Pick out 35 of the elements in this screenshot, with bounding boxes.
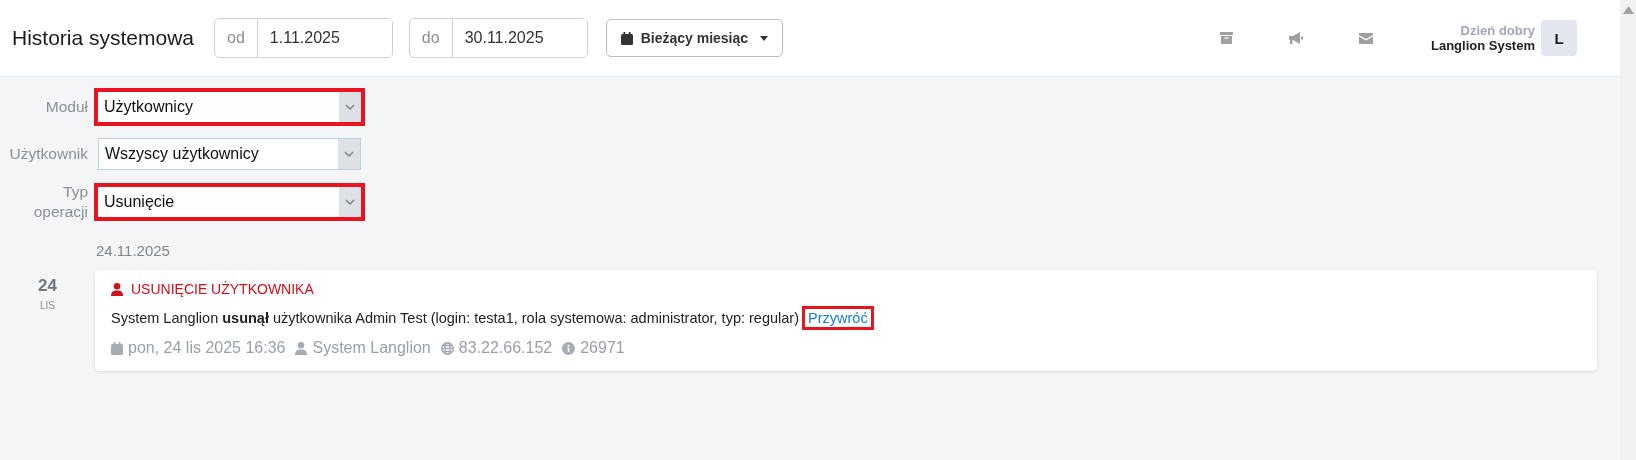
meta-text: System Langlion bbox=[312, 339, 431, 357]
caret-icon bbox=[760, 35, 769, 41]
envelope-icon[interactable] bbox=[1358, 32, 1373, 44]
meta-text: 83.22.66.152 bbox=[458, 339, 553, 357]
month-label: LIS bbox=[40, 300, 55, 311]
chevron-down-icon bbox=[344, 151, 354, 157]
archive-icon[interactable] bbox=[1219, 32, 1233, 44]
meta-text: pon, 24 lis 2025 16:36 bbox=[128, 339, 286, 357]
day-number: 24 bbox=[38, 276, 57, 296]
megaphone-icon[interactable] bbox=[1288, 32, 1303, 44]
entry-title: USUNIĘCIE UŻYTKOWNIKA bbox=[131, 281, 314, 297]
user-avatar[interactable]: L bbox=[1541, 20, 1577, 56]
chevron-down-icon bbox=[345, 104, 355, 110]
filter-select[interactable]: Wszyscy użytkownicy bbox=[98, 138, 361, 170]
entry-message: System Langlion usunął użytkownika Admin Test (login: testa1, rola systemowa: administrator, typ: regular) Przywróć bbox=[111, 307, 1581, 329]
filter-label: Typ operacji bbox=[32, 182, 88, 222]
page-title: Historia systemowa bbox=[12, 26, 195, 50]
greeting-text: Dzień dobry bbox=[1460, 23, 1535, 38]
date-heading: 24.11.2025 bbox=[96, 242, 171, 259]
filter-label: Użytkownik bbox=[8, 144, 88, 164]
filter-select[interactable]: Usunięcie bbox=[94, 183, 365, 221]
user-icon bbox=[295, 341, 308, 355]
filter-select[interactable]: Użytkownicy bbox=[94, 88, 365, 126]
scroll-up-arrow-icon[interactable] bbox=[1622, 6, 1634, 14]
calendar-icon bbox=[620, 31, 633, 45]
info-icon bbox=[562, 341, 576, 355]
date-range-dropdown[interactable]: Bieżący miesiąc bbox=[605, 19, 784, 57]
user-name: Langlion System bbox=[1430, 38, 1535, 53]
meta-text: 26971 bbox=[580, 339, 625, 357]
globe-icon bbox=[440, 341, 454, 355]
filter-label: Moduł bbox=[44, 97, 88, 117]
restore-link[interactable]: Przywróć bbox=[805, 309, 871, 327]
calendar-icon bbox=[111, 341, 123, 355]
chevron-down-icon bbox=[345, 199, 355, 205]
user-icon bbox=[111, 282, 123, 296]
